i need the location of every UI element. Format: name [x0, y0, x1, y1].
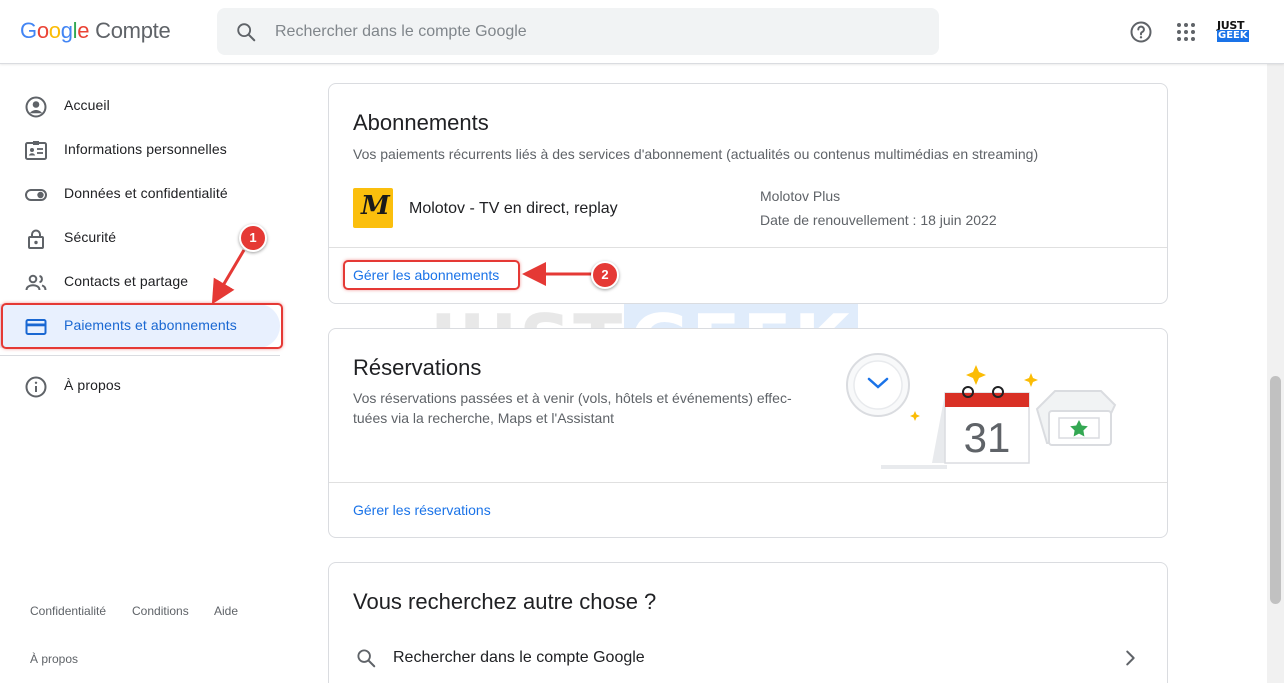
info-icon — [25, 376, 47, 398]
footer-about-link[interactable]: À propos — [30, 652, 78, 666]
sidebar-item-label: Informations personnelles — [64, 141, 227, 157]
logo-product-text: Compte — [95, 18, 171, 43]
card-divider — [329, 482, 1167, 483]
card-divider — [329, 247, 1167, 248]
google-account-page: Google Compte Rechercher dans le compte … — [0, 0, 1284, 683]
sidebar-item-label: Sécurité — [64, 229, 117, 245]
sidebar-item-personal-info[interactable]: Informations personnelles — [0, 128, 280, 172]
avatar-text-bottom: GEEK — [1217, 30, 1249, 42]
people-icon — [25, 274, 47, 291]
lock-icon — [28, 229, 44, 249]
sidebar: Accueil Informations personnelles Donnée… — [0, 64, 290, 683]
help-icon[interactable] — [1129, 20, 1153, 44]
reservations-title: Réservations — [353, 355, 482, 380]
account-circle-icon — [25, 96, 47, 118]
reservations-card: Réservations Vos réservations passées et… — [328, 328, 1168, 538]
search-account-row[interactable]: Rechercher dans le compte Google — [329, 643, 1167, 677]
footer-terms-link[interactable]: Conditions — [132, 604, 189, 618]
manage-reservations-link[interactable]: Gérer les réservations — [353, 502, 491, 518]
sidebar-item-label: À propos — [64, 377, 121, 393]
scrollbar-thumb[interactable] — [1270, 376, 1281, 604]
annotation-marker-1: 1 — [239, 224, 267, 252]
subscriptions-card: Abonnements Vos paiements récurrents lié… — [328, 83, 1168, 304]
chevron-right-icon — [1126, 650, 1135, 666]
reservations-illustration: 31 — [846, 353, 1117, 469]
footer-privacy-link[interactable]: Confidentialité — [30, 604, 106, 618]
annotation-marker-2: 2 — [591, 261, 619, 289]
search-icon — [357, 649, 376, 668]
molotov-logo-letter: M — [361, 191, 390, 221]
looking-else-card: Vous recherchez autre chose ? Rechercher… — [328, 562, 1168, 683]
manage-subscriptions-link[interactable]: Gérer les abonnements — [353, 267, 499, 283]
molotov-logo: M — [353, 188, 393, 228]
reservations-description-line2: tuées via la recherche, Maps et l'Assist… — [353, 410, 615, 426]
top-bar: Google Compte Rechercher dans le compte … — [0, 0, 1284, 64]
looking-else-title: Vous recherchez autre chose ? — [353, 589, 657, 614]
subscriptions-title: Abonnements — [353, 110, 489, 135]
apps-grid-icon[interactable] — [1174, 20, 1198, 44]
calendar-day-text: 31 — [964, 414, 1011, 461]
subscription-renewal: Date de renouvellement : 18 juin 2022 — [760, 212, 997, 228]
subscription-name: Molotov - TV en direct, replay — [409, 200, 618, 217]
credit-card-icon — [25, 319, 47, 335]
sidebar-item-about[interactable]: À propos — [0, 364, 280, 408]
id-card-icon — [25, 141, 47, 160]
subscription-plan: Molotov Plus — [760, 188, 841, 204]
sidebar-item-payments[interactable]: Paiements et abonnements — [0, 304, 280, 348]
sidebar-item-label: Paiements et abonnements — [64, 317, 237, 333]
sidebar-item-label: Contacts et partage — [64, 273, 189, 289]
sidebar-item-label: Données et confidentialité — [64, 185, 228, 201]
search-row-label: Rechercher dans le compte Google — [393, 649, 645, 666]
sidebar-divider — [0, 355, 280, 356]
search-placeholder: Rechercher dans le compte Google — [275, 23, 527, 40]
search-bar[interactable]: Rechercher dans le compte Google — [217, 8, 939, 55]
subscriptions-description: Vos paiements récurrents liés à des serv… — [353, 146, 1039, 162]
sidebar-item-security[interactable]: Sécurité — [0, 216, 280, 260]
google-account-logo[interactable]: Google Compte — [20, 18, 171, 44]
footer-help-link[interactable]: Aide — [214, 604, 238, 618]
reservations-description-line1: Vos réservations passées et à venir (vol… — [353, 390, 792, 406]
sidebar-item-home[interactable]: Accueil — [0, 84, 280, 128]
sidebar-item-contacts[interactable]: Contacts et partage — [0, 260, 280, 304]
sidebar-item-label: Accueil — [64, 97, 110, 113]
search-icon — [237, 23, 256, 42]
sidebar-item-data-privacy[interactable]: Données et confidentialité — [0, 172, 280, 216]
toggle-icon — [25, 189, 47, 201]
avatar[interactable]: JUST GEEK — [1216, 17, 1250, 47]
logo-google-text: Google — [20, 18, 90, 43]
scrollbar[interactable] — [1267, 64, 1284, 683]
